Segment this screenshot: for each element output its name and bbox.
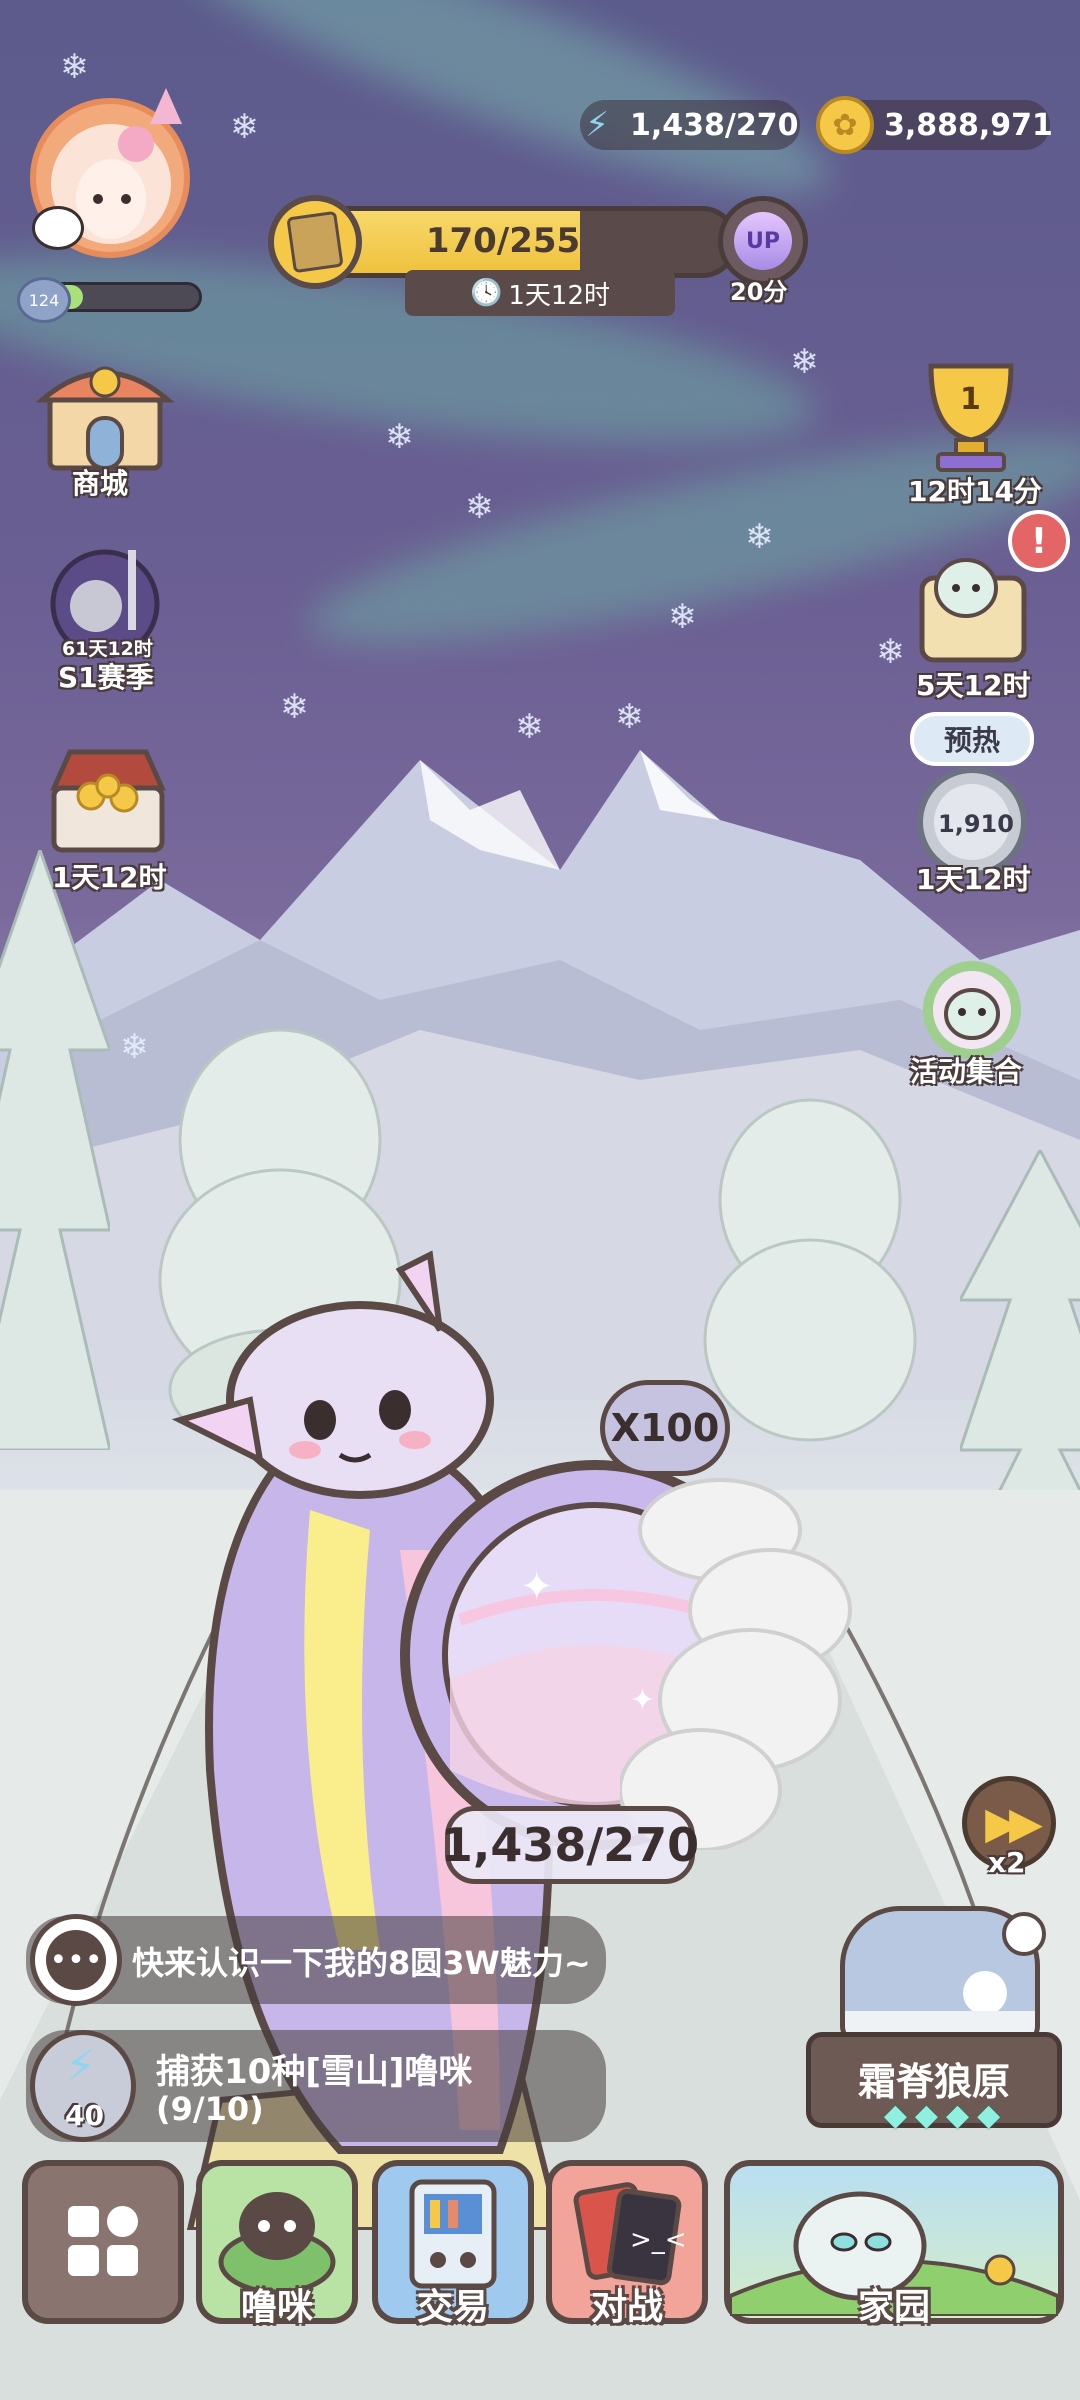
snowflake-icon: ❄	[745, 517, 774, 557]
nav-lumi-label: 噜咪	[240, 2287, 313, 2328]
party-hat-icon	[150, 88, 182, 124]
shop-icon	[36, 366, 174, 471]
medal-event-timer: 1天12时	[916, 863, 1031, 896]
trophy-rank: 1	[960, 382, 981, 417]
nav-lumi-button[interactable]: 噜咪	[196, 2160, 358, 2328]
event-wreath-icon	[923, 961, 1021, 1058]
ranking-trophy-button[interactable]: 1	[906, 352, 1036, 476]
nav-battle-button[interactable]: >_< 对战	[546, 2160, 708, 2328]
season-timer-text: 1天12时	[508, 280, 610, 311]
ranking-timer: 12时14分	[908, 475, 1042, 508]
alert-timer-icon	[1002, 1912, 1046, 1956]
nav-menu-button[interactable]	[22, 2160, 184, 2324]
nav-trade-label: 交易	[416, 2287, 489, 2328]
coin-counter[interactable]: ✿ 3,888,971	[816, 96, 1053, 154]
snowflake-icon: ❄	[120, 1027, 149, 1067]
capture-energy-text: 1,438/270	[440, 1818, 700, 1872]
nav-home-button[interactable]: 家园	[724, 2160, 1064, 2328]
treasure-chest-icon	[50, 749, 166, 853]
up-label: UP	[734, 212, 792, 270]
svg-text:✦: ✦	[520, 1564, 554, 1610]
snowflake-icon: ❄	[230, 107, 259, 147]
area-star-icon: ◆	[883, 2098, 907, 2133]
chat-text: 快来认识一下我的8圆3W魅力~	[132, 1944, 591, 1982]
speed-label: x2	[988, 1846, 1026, 1879]
snowflake-icon: ❄	[876, 632, 905, 672]
snowflake-icon: ❄	[790, 342, 819, 382]
area-star-icon: ◆	[946, 2098, 970, 2133]
quest-banner[interactable]: ⚡ 40 捕获10种[雪山]噜咪 (9/10)	[26, 2030, 606, 2142]
snowflake-icon: ❄	[465, 487, 494, 527]
lightning-icon: ⚡	[65, 2041, 96, 2092]
snowflake-icon: ❄	[280, 687, 309, 727]
nav-trade-button[interactable]: 交易	[372, 2160, 534, 2328]
nav-home-label: 家园	[857, 2287, 930, 2328]
preheat-label: 预热	[943, 724, 1000, 757]
cat-mascot-icon	[32, 206, 84, 250]
quest-progress: (9/10)	[156, 2090, 264, 2128]
quest-reward-amount: 40	[65, 2099, 104, 2132]
clock-icon: 🕓	[469, 278, 503, 308]
white-glove	[620, 1478, 852, 1850]
pine-tree	[0, 850, 110, 1450]
capture-multiplier-badge[interactable]: X100	[600, 1380, 730, 1476]
event-collection-label: 活动集合	[910, 1055, 1023, 1088]
snowman-icon	[963, 1971, 1007, 2015]
scroll-ticket-icon	[268, 195, 362, 289]
upgrade-timer: 20分	[730, 278, 788, 306]
energy-value: 1,438/270	[630, 107, 799, 143]
event-collection-button[interactable]	[912, 958, 1032, 1058]
snowflake-icon: ❄	[385, 417, 414, 457]
treasure-map-button[interactable]	[908, 548, 1038, 670]
season-label: S1赛季	[58, 661, 154, 694]
season-timer: 🕓 1天12时	[405, 270, 675, 316]
nav-battle-label: 对战	[590, 2287, 663, 2328]
quest-reward: ⚡ 40	[30, 2030, 136, 2142]
shop-label: 商城	[72, 467, 129, 500]
snowflake-icon: ❄	[615, 697, 644, 737]
chat-banner[interactable]: ••• 快来认识一下我的8圆3W魅力~	[26, 1914, 606, 2006]
area-star-icon: ◆	[914, 2098, 938, 2133]
fast-forward-icon: ▶▶	[985, 1797, 1043, 1849]
area-star-icon: ◆	[977, 2098, 1001, 2133]
snowflake-icon: ❄	[60, 47, 89, 87]
treasure-chest-button[interactable]	[46, 738, 170, 856]
chat-bubble-icon: •••	[30, 1914, 122, 2006]
shop-button[interactable]	[36, 352, 174, 474]
lightning-icon: ⚡	[585, 105, 609, 145]
player-level-bar: 124	[17, 277, 202, 323]
treasure-chest-timer: 1天12时	[52, 861, 167, 894]
menu-grid-icon	[68, 2206, 138, 2276]
player-avatar[interactable]	[30, 88, 195, 268]
quest-text: 捕获10种[雪山]噜咪	[156, 2052, 473, 2092]
coin-value: 3,888,971	[884, 107, 1053, 143]
snowy-tree	[703, 1098, 917, 1442]
snowflake-icon: ❄	[515, 707, 544, 747]
preheat-tag: 预热	[910, 712, 1034, 766]
map-scroll-icon	[919, 558, 1027, 663]
svg-text:>_<: >_<	[630, 2225, 687, 2255]
energy-counter[interactable]: ⚡ 1,438/270	[580, 100, 800, 150]
capture-energy-label: 1,438/270	[441, 1806, 699, 1884]
medal-value: 1,910	[938, 810, 1014, 838]
capture-multiplier-text: X100	[610, 1406, 720, 1450]
coin-icon: ✿	[816, 96, 874, 154]
treasure-map-timer: 5天12时	[916, 669, 1031, 702]
snowflake-icon: ❄	[668, 597, 697, 637]
level-badge: 124	[17, 277, 71, 323]
area-stars: ◆ ◆ ◆ ◆	[852, 2098, 1032, 2138]
